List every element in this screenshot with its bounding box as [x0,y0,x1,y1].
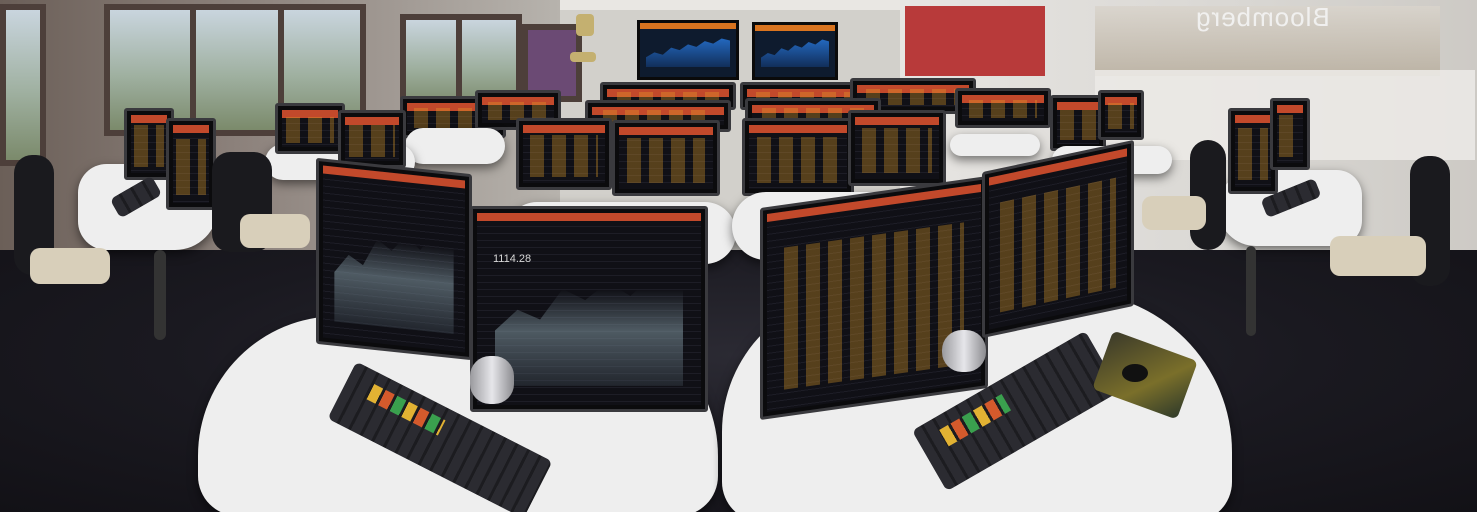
wall-screen-left [637,20,739,80]
monitor-stand [942,330,986,372]
chair-seat [240,214,310,248]
computer-mouse [1122,364,1148,382]
monitor-mid-left [338,110,406,168]
chair-seat [30,248,110,284]
glass-office-red [905,6,1045,76]
trading-room-scene: Bloomberg 1114.28 [0,0,1477,512]
monitor-center-left [516,118,612,190]
wall-screen-right [752,22,838,80]
monitor-center-right [742,118,854,196]
desk-pedestal [1246,246,1256,336]
chair-seat [1142,196,1206,230]
chair-right [1190,140,1226,250]
monitor-mid-left [275,103,345,154]
window-far-left [0,4,46,166]
monitor-foreground-right [760,175,988,421]
monitor-center-left [612,120,720,196]
monitor-right-row [955,88,1051,128]
monitor-far-left [166,118,216,210]
bloomberg-sign: Bloomberg [1195,2,1330,32]
wall-ornament [576,14,594,36]
chair-seat [1330,236,1426,276]
desk-pedestal [154,250,166,340]
desk-right-back [950,134,1040,156]
desk-back-left [405,128,505,164]
monitor-right [1098,90,1144,140]
screen-price-value: 1114.28 [493,253,532,265]
monitor-far-right [1270,98,1310,170]
monitor-foreground-far-right [982,139,1134,339]
wall-shelf [570,52,596,62]
monitor-foreground-left [316,157,472,361]
monitor-center-right [848,110,946,186]
monitor-stand [470,356,514,404]
